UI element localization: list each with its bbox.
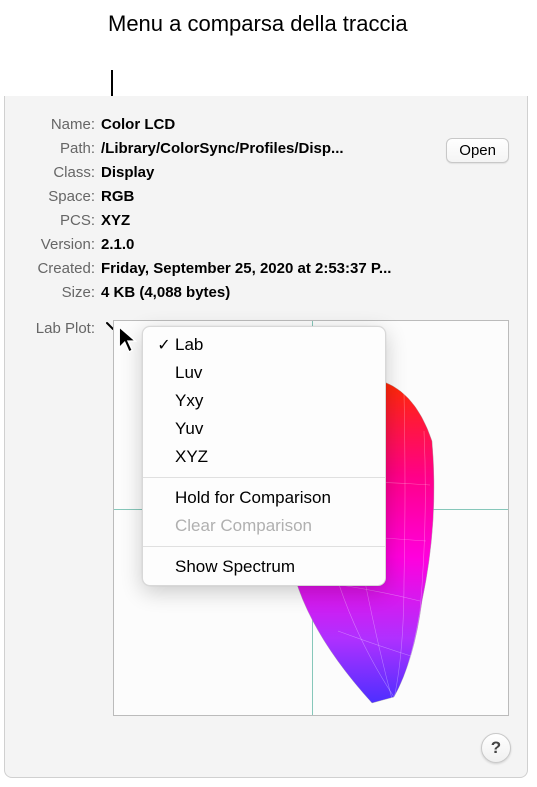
menu-item-yxy[interactable]: Yxy <box>143 387 385 415</box>
info-row-created: Created: Friday, September 25, 2020 at 2… <box>15 258 515 280</box>
help-button[interactable]: ? <box>481 733 511 763</box>
label-space: Space: <box>15 186 101 205</box>
labplot-popup-menu: ✓ Lab Luv Yxy Yuv XYZ Hold for Compariso… <box>142 326 386 586</box>
value-size: 4 KB (4,088 bytes) <box>101 282 515 301</box>
menu-item-lab[interactable]: ✓ Lab <box>143 331 385 359</box>
label-size: Size: <box>15 282 101 301</box>
label-pcs: PCS: <box>15 210 101 229</box>
value-class: Display <box>101 162 515 181</box>
label-name: Name: <box>15 114 101 133</box>
menu-item-label: Luv <box>175 363 202 383</box>
menu-item-luv[interactable]: Luv <box>143 359 385 387</box>
menu-item-label: Clear Comparison <box>175 516 312 536</box>
menu-item-xyz[interactable]: XYZ <box>143 443 385 471</box>
menu-separator <box>143 546 385 547</box>
label-version: Version: <box>15 234 101 253</box>
value-path: /Library/ColorSync/Profiles/Disp... <box>101 138 405 157</box>
menu-item-hold-comparison[interactable]: Hold for Comparison <box>143 484 385 512</box>
value-pcs: XYZ <box>101 210 515 229</box>
value-name: Color LCD <box>101 114 515 133</box>
checkmark-icon: ✓ <box>153 335 175 355</box>
info-row-class: Class: Display <box>15 162 515 184</box>
info-row-version: Version: 2.1.0 <box>15 234 515 256</box>
open-button[interactable]: Open <box>446 138 509 163</box>
menu-item-label: Yxy <box>175 391 203 411</box>
label-class: Class: <box>15 162 101 181</box>
menu-item-clear-comparison: Clear Comparison <box>143 512 385 540</box>
info-row-pcs: PCS: XYZ <box>15 210 515 232</box>
info-row-size: Size: 4 KB (4,088 bytes) <box>15 282 515 304</box>
label-path: Path: <box>15 138 101 157</box>
info-row-space: Space: RGB <box>15 186 515 208</box>
info-table: Name: Color LCD Path: /Library/ColorSync… <box>15 114 515 340</box>
value-version: 2.1.0 <box>101 234 515 253</box>
label-labplot: Lab Plot: <box>15 318 101 337</box>
menu-item-label: Hold for Comparison <box>175 488 331 508</box>
menu-item-yuv[interactable]: Yuv <box>143 415 385 443</box>
menu-item-show-spectrum[interactable]: Show Spectrum <box>143 553 385 581</box>
menu-separator <box>143 477 385 478</box>
label-created: Created: <box>15 258 101 277</box>
menu-item-label: Show Spectrum <box>175 557 295 577</box>
value-created: Friday, September 25, 2020 at 2:53:37 P.… <box>101 258 515 277</box>
info-row-path: Path: /Library/ColorSync/Profiles/Disp..… <box>15 138 515 160</box>
menu-item-label: Yuv <box>175 419 203 439</box>
info-row-name: Name: Color LCD <box>15 114 515 136</box>
menu-item-label: Lab <box>175 335 203 355</box>
callout-annotation: Menu a comparsa della traccia <box>108 10 408 38</box>
value-space: RGB <box>101 186 515 205</box>
menu-item-label: XYZ <box>175 447 208 467</box>
